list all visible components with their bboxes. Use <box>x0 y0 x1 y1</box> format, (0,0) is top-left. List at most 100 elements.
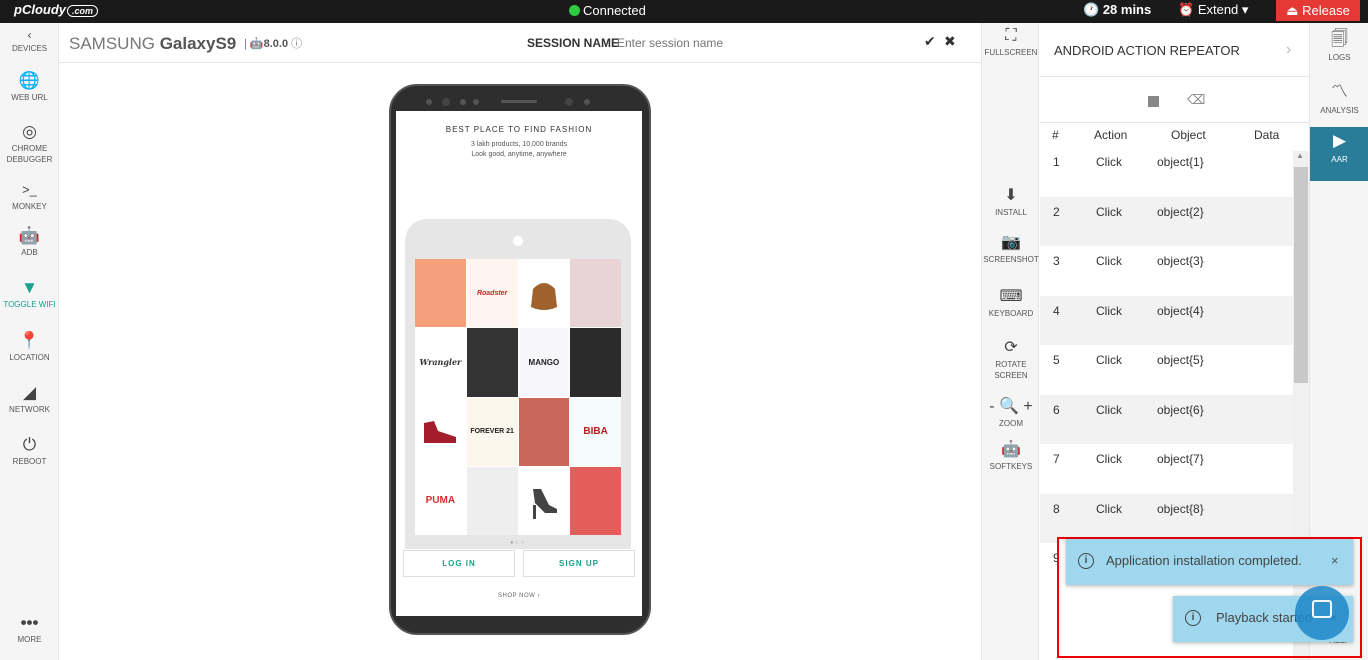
row-action: Click <box>1096 254 1122 268</box>
pcloudy-logo[interactable]: pCloudy .com <box>14 2 99 17</box>
stop-icon[interactable] <box>1148 96 1159 107</box>
zoom-button[interactable]: - 🔍 + ZOOM <box>982 398 1040 429</box>
download-icon: ⬇ <box>1004 187 1018 204</box>
fullscreen-button[interactable]: ⛶ FULLSCREEN <box>982 27 1040 58</box>
zoom-icon: - 🔍 + <box>989 398 1033 415</box>
clock-icon: 🕐 <box>1083 2 1100 17</box>
caret-down-icon: ▾ <box>1241 2 1249 17</box>
product-tile[interactable] <box>570 328 621 397</box>
chat-button[interactable] <box>1295 586 1349 640</box>
product-tile[interactable] <box>415 397 466 466</box>
brand-tile[interactable]: FOREVER 21 <box>466 397 518 466</box>
pager-dots: ● ○ ○ <box>510 540 525 546</box>
row-object: object{8} <box>1157 502 1204 516</box>
table-row[interactable]: 6 Click object{6} <box>1040 395 1293 445</box>
signup-button[interactable]: SIGN UP <box>523 550 635 577</box>
row-action: Click <box>1096 304 1122 318</box>
nav-logs[interactable]: 🗐 LOGS <box>1310 25 1368 63</box>
nav-analysis[interactable]: 〽 ANALYSIS <box>1310 78 1368 116</box>
nav-network[interactable]: ◢ NETWORK <box>0 383 59 415</box>
android-icon: 🤖 <box>249 38 264 50</box>
row-number: 3 <box>1053 254 1060 268</box>
tile-label: Roadster <box>476 289 508 297</box>
session-name-input[interactable] <box>617 34 767 52</box>
status-text: Connected <box>583 3 646 18</box>
column-header: # <box>1052 128 1059 142</box>
login-button[interactable]: LOG IN <box>403 550 515 577</box>
row-action: Click <box>1096 155 1122 169</box>
nav-adb[interactable]: 🤖 ADB <box>0 226 59 258</box>
phone-screen[interactable]: BEST PLACE TO FIND FASHION 3 lakh produc… <box>396 111 642 616</box>
table-row[interactable]: 7 Click object{7} <box>1040 444 1293 494</box>
illustration-camera <box>513 236 523 246</box>
brand-tile[interactable]: BIBA <box>570 397 621 466</box>
nav-location[interactable]: 📍 LOCATION <box>0 331 59 363</box>
brand-tile[interactable]: Roadster <box>466 259 518 328</box>
app-subtitle: Look good, anytime, anywhere <box>471 151 567 158</box>
nav-aar[interactable]: ▶ AAR <box>1310 127 1368 181</box>
product-tile[interactable] <box>466 328 518 397</box>
table-row[interactable]: 5 Click object{5} <box>1040 345 1293 395</box>
release-button[interactable]: ⏏ Release <box>1276 0 1360 21</box>
scrollbar-thumb[interactable] <box>1294 167 1308 383</box>
tool-label: SOFTKEYS <box>989 462 1033 471</box>
row-object: object{3} <box>1157 254 1204 268</box>
shop-now-link[interactable]: SHOP NOW › <box>396 593 642 599</box>
brand-tile[interactable]: MANGO <box>518 328 570 397</box>
table-row[interactable]: 3 Click object{3} <box>1040 246 1293 296</box>
rotate-screen-button[interactable]: ⟳ ROTATE SCREEN <box>982 339 1040 381</box>
product-tile[interactable] <box>570 259 621 328</box>
nav-label: ADB <box>21 248 38 257</box>
chevron-left-icon: ‹ <box>27 28 32 42</box>
info-icon[interactable]: ⓘ <box>291 38 302 50</box>
nav-reboot[interactable]: ⏻ REBOOT <box>0 435 59 467</box>
nav-label: MORE <box>17 635 42 644</box>
nav-label: CHROME DEBUGGER <box>6 144 53 164</box>
row-object: object{5} <box>1157 353 1204 367</box>
scroll-up-icon[interactable]: ▲ <box>1296 151 1304 160</box>
softkeys-button[interactable]: 🤖 SOFTKEYS <box>982 441 1040 472</box>
nav-monkey[interactable]: >_ MONKEY <box>0 180 59 212</box>
chevron-right-icon[interactable]: › <box>1286 41 1291 59</box>
row-object: object{1} <box>1157 155 1204 169</box>
close-icon[interactable]: × <box>1331 553 1339 568</box>
brand-grid: Roadster Wrangler MANGO FOREVER 21 BIBA … <box>415 259 621 535</box>
device-toolbar: ⛶ FULLSCREEN ⬇ INSTALL 📷 SCREENSHOT ⌨ KEYBOA… <box>981 23 1039 660</box>
product-tile[interactable] <box>415 259 466 328</box>
check-icon[interactable]: ✔ <box>924 33 936 50</box>
product-tile[interactable] <box>466 466 518 535</box>
keyboard-button[interactable]: ⌨ KEYBOARD <box>982 288 1040 319</box>
nav-more[interactable]: ••• MORE <box>0 613 59 645</box>
product-tile[interactable] <box>518 397 570 466</box>
product-tile[interactable] <box>518 259 570 328</box>
row-number: 6 <box>1053 403 1060 417</box>
nav-devices[interactable]: ‹ DEVICES <box>0 29 59 54</box>
row-action: Click <box>1096 452 1122 466</box>
nav-chrome-debugger[interactable]: ◎ CHROME DEBUGGER <box>0 122 59 165</box>
extend-button[interactable]: ⏰ Extend ▾ <box>1178 2 1248 18</box>
table-row[interactable]: 2 Click object{2} <box>1040 197 1293 247</box>
close-icon[interactable]: ✖ <box>944 33 956 50</box>
session-name-label: SESSION NAME <box>527 36 620 50</box>
tile-label: Wrangler <box>419 357 462 368</box>
camera-icon: 📷 <box>1001 234 1021 251</box>
brand-tile[interactable]: PUMA <box>415 466 466 535</box>
eraser-icon[interactable]: ⌫ <box>1187 92 1205 108</box>
product-tile[interactable] <box>518 466 570 535</box>
phone-sensors <box>426 98 590 106</box>
nav-toggle-wifi[interactable]: ▼ TOGGLE WIFI <box>0 278 59 310</box>
android-icon: 🤖 <box>1001 441 1021 458</box>
table-row[interactable]: 4 Click object{4} <box>1040 296 1293 346</box>
chat-icon <box>1312 600 1332 618</box>
screenshot-button[interactable]: 📷 SCREENSHOT <box>982 234 1040 265</box>
table-row[interactable]: 1 Click object{1} <box>1040 147 1293 197</box>
install-button[interactable]: ⬇ INSTALL <box>982 187 1040 218</box>
brand-tile[interactable]: Wrangler <box>415 328 466 397</box>
product-tile[interactable] <box>570 466 621 535</box>
nav-label: DEVICES <box>11 44 48 53</box>
row-object: object{6} <box>1157 403 1204 417</box>
app-subtitle: 3 lakh products, 10,000 brands <box>470 141 568 148</box>
tool-label: SCREENSHOT <box>983 255 1039 264</box>
nav-web-url[interactable]: 🌐 WEB URL <box>0 71 59 103</box>
nav-label: LOCATION <box>9 353 50 362</box>
